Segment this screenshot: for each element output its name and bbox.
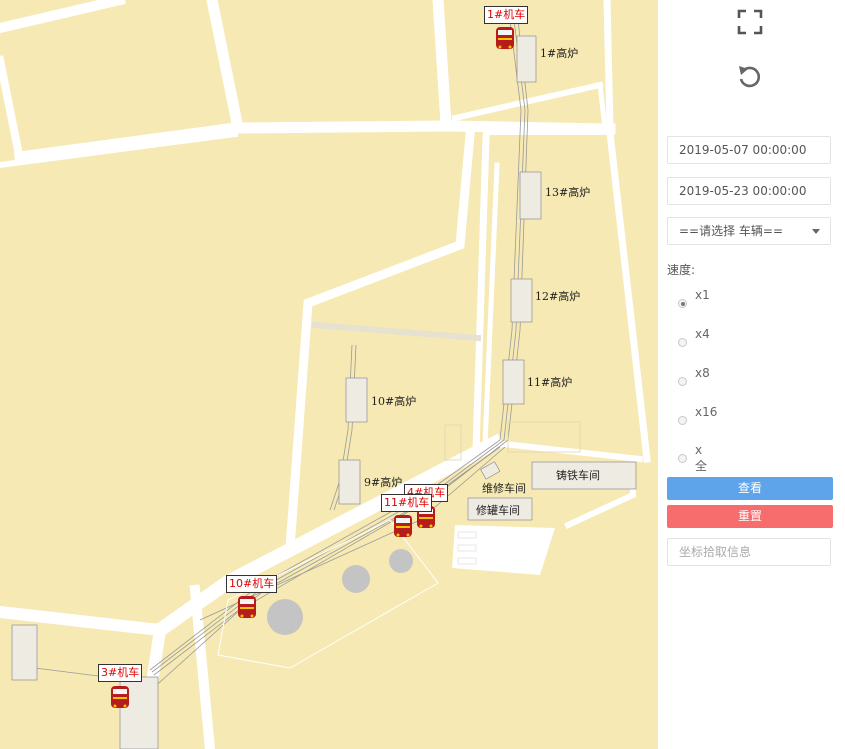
speed-option-label: x1 xyxy=(695,288,710,302)
start-time-input[interactable]: 2019-05-07 00:00:00 xyxy=(667,136,831,164)
locomotive-label-11[interactable]: 11#机车 xyxy=(381,494,433,512)
label-tank-repair-workshop: 修罐车间 xyxy=(476,503,520,517)
locomotive-icon[interactable] xyxy=(392,513,414,539)
chevron-down-icon xyxy=(812,229,820,234)
fullscreen-icon[interactable] xyxy=(736,8,764,36)
radio-icon xyxy=(678,377,687,386)
control-panel: 2019-05-07 00:00:00 2019-05-23 00:00:00 … xyxy=(658,0,845,749)
coordinate-info-field[interactable]: 坐标拾取信息 xyxy=(667,538,831,566)
radio-icon xyxy=(678,338,687,347)
map-canvas: 1#高炉 13#高炉 12#高炉 11#高炉 10#高炉 9#高炉 铸铁车间 维… xyxy=(0,0,651,749)
storage-tank xyxy=(267,599,303,635)
vehicle-select[interactable]: ==请选择 车辆== xyxy=(667,217,831,245)
label-furnace-13: 13#高炉 xyxy=(545,185,590,199)
locomotive-icon[interactable] xyxy=(494,25,516,51)
view-button[interactable]: 查看 xyxy=(667,477,833,500)
reset-button[interactable]: 重置 xyxy=(667,505,833,528)
label-furnace-10: 10#高炉 xyxy=(371,394,416,408)
speed-option-label: x16 xyxy=(695,405,718,419)
label-furnace-11: 11#高炉 xyxy=(527,375,572,389)
locomotive-icon[interactable] xyxy=(236,594,258,620)
speed-option-label: x8 xyxy=(695,366,710,380)
workshop-blocks xyxy=(457,531,477,565)
speed-option-label: x4 xyxy=(695,327,710,341)
map-view[interactable]: 1#高炉 13#高炉 12#高炉 11#高炉 10#高炉 9#高炉 铸铁车间 维… xyxy=(0,0,658,749)
label-casting-workshop: 铸铁车间 xyxy=(556,468,600,482)
storage-tank xyxy=(342,565,370,593)
locomotive-label-3[interactable]: 3#机车 xyxy=(98,664,143,682)
radio-icon xyxy=(678,454,687,463)
locomotive-icon[interactable] xyxy=(109,684,131,710)
label-furnace-9: 9#高炉 xyxy=(364,475,402,489)
vehicle-select-value: ==请选择 车辆== xyxy=(679,224,784,238)
locomotive-label-1[interactable]: 1#机车 xyxy=(484,6,529,24)
maintenance-building xyxy=(480,461,501,480)
locomotive-label-10[interactable]: 10#机车 xyxy=(226,575,278,593)
label-maintenance-workshop: 维修车间 xyxy=(482,481,526,495)
speed-label: 速度: xyxy=(667,263,696,277)
radio-icon xyxy=(678,299,687,308)
road-network xyxy=(0,0,651,749)
storage-tank xyxy=(389,549,413,573)
label-furnace-1: 1#高炉 xyxy=(540,46,578,60)
end-time-input[interactable]: 2019-05-23 00:00:00 xyxy=(667,177,831,205)
radio-icon xyxy=(678,416,687,425)
label-furnace-12: 12#高炉 xyxy=(535,289,580,303)
reset-icon[interactable] xyxy=(736,63,764,91)
